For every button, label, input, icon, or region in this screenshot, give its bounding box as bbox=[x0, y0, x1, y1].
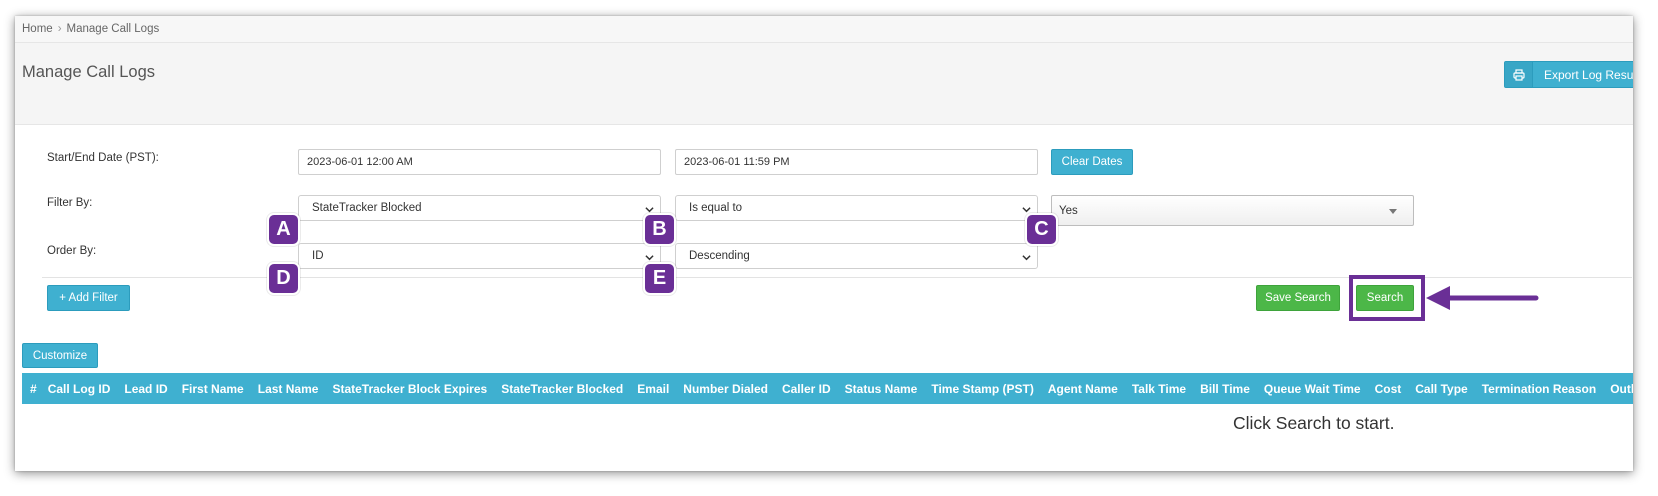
clear-dates-button[interactable]: Clear Dates bbox=[1051, 149, 1133, 175]
empty-table-message: Click Search to start. bbox=[1233, 413, 1395, 433]
search-highlight-box bbox=[1349, 275, 1425, 321]
column-header[interactable]: Caller ID bbox=[774, 382, 837, 396]
page-title: Manage Call Logs bbox=[22, 63, 155, 81]
column-header[interactable]: Status Name bbox=[837, 382, 924, 396]
order-direction-value: Descending bbox=[689, 250, 750, 262]
breadcrumb-home[interactable]: Home bbox=[22, 23, 53, 35]
column-header[interactable]: Last Name bbox=[250, 382, 325, 396]
column-header[interactable]: Bill Time bbox=[1192, 382, 1256, 396]
filter-value-text: Yes bbox=[1059, 205, 1078, 217]
order-direction-select[interactable]: Descending bbox=[675, 243, 1038, 269]
pointer-arrow-icon bbox=[1426, 286, 1539, 310]
annotation-badge-b: B bbox=[643, 213, 676, 246]
breadcrumb-separator: › bbox=[57, 23, 62, 35]
column-header[interactable]: First Name bbox=[174, 382, 250, 396]
add-filter-button[interactable]: + Add Filter bbox=[47, 285, 130, 311]
filter-value-select[interactable]: Yes bbox=[1051, 195, 1414, 226]
order-field-select[interactable]: ID bbox=[298, 243, 661, 269]
printer-icon bbox=[1505, 62, 1533, 87]
column-header[interactable]: Termination Reason bbox=[1474, 382, 1602, 396]
breadcrumb-current: Manage Call Logs bbox=[66, 23, 160, 35]
filter-operator-select[interactable]: Is equal to bbox=[675, 195, 1038, 221]
column-header[interactable]: Agent Name bbox=[1040, 382, 1124, 396]
date-range-label: Start/End Date (PST): bbox=[47, 152, 159, 164]
chevron-down-icon bbox=[1022, 255, 1031, 261]
column-header[interactable]: Time Stamp (PST) bbox=[923, 382, 1039, 396]
filter-field-value: StateTracker Blocked bbox=[312, 202, 422, 214]
breadcrumb: Home › Manage Call Logs bbox=[15, 16, 1633, 43]
page-header: Manage Call Logs bbox=[15, 43, 1633, 125]
column-header[interactable]: Queue Wait Time bbox=[1256, 382, 1367, 396]
column-header[interactable]: Number Dialed bbox=[675, 382, 774, 396]
filter-field-select[interactable]: StateTracker Blocked bbox=[298, 195, 661, 221]
end-date-input[interactable]: 2023-06-01 11:59 PM bbox=[675, 149, 1038, 175]
order-by-label: Order By: bbox=[47, 245, 97, 257]
save-search-button[interactable]: Save Search bbox=[1256, 285, 1340, 311]
export-log-results-button[interactable]: Export Log Results bbox=[1504, 61, 1633, 88]
annotation-badge-a: A bbox=[267, 213, 300, 246]
chevron-down-icon bbox=[645, 255, 654, 261]
filter-by-label: Filter By: bbox=[47, 197, 93, 209]
caret-down-icon bbox=[1389, 209, 1397, 214]
column-header[interactable]: StateTracker Blocked bbox=[493, 382, 629, 396]
column-header[interactable]: Lead ID bbox=[116, 382, 173, 396]
column-header[interactable]: Talk Time bbox=[1124, 382, 1192, 396]
column-header[interactable]: Email bbox=[629, 382, 675, 396]
customize-button[interactable]: Customize bbox=[22, 343, 98, 368]
column-header[interactable]: StateTracker Block Expires bbox=[324, 382, 493, 396]
column-header[interactable]: # bbox=[22, 382, 40, 396]
annotation-badge-e: E bbox=[643, 262, 676, 295]
annotation-badge-d: D bbox=[267, 262, 300, 295]
column-header[interactable]: Call Log ID bbox=[40, 382, 117, 396]
column-header[interactable]: Outbound bbox=[1602, 382, 1633, 396]
app-window: Home › Manage Call Logs Manage Call Logs E… bbox=[15, 16, 1633, 471]
order-field-value: ID bbox=[312, 250, 324, 262]
table-header-row: # Call Log ID Lead ID First Name Last Name St… bbox=[22, 373, 1633, 404]
export-log-results-label: Export Log Results bbox=[1544, 67, 1633, 82]
start-date-input[interactable]: 2023-06-01 12:00 AM bbox=[298, 149, 661, 175]
annotation-badge-c: C bbox=[1025, 213, 1058, 246]
column-header[interactable]: Call Type bbox=[1407, 382, 1473, 396]
filter-operator-value: Is equal to bbox=[689, 202, 743, 214]
column-header[interactable]: Cost bbox=[1367, 382, 1408, 396]
